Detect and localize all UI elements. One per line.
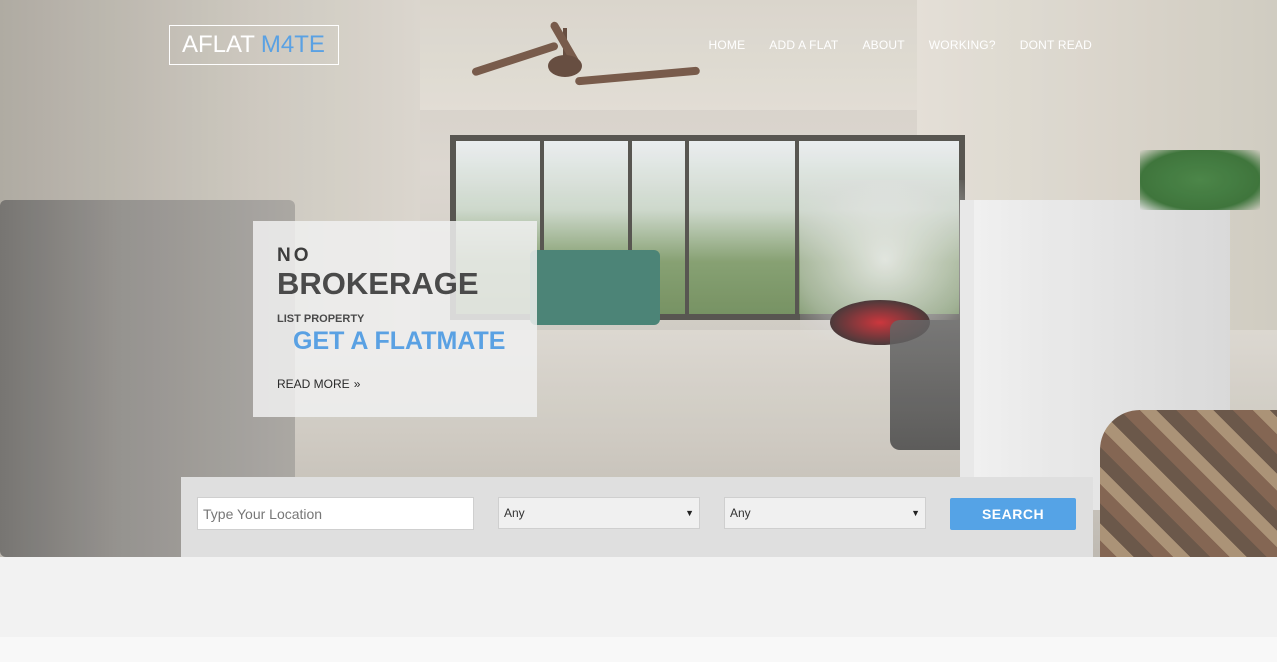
main-nav: HOME ADD A FLAT ABOUT WORKING? DONT READ	[708, 38, 1092, 52]
promo-kicker: NO	[277, 245, 312, 266]
photo-overlay	[0, 0, 1277, 557]
filter-select-1-value: Any	[504, 506, 525, 520]
filter-select-1[interactable]: Any ▼	[498, 497, 700, 529]
filter-select-2-value: Any	[730, 506, 751, 520]
nav-add-a-flat[interactable]: ADD A FLAT	[769, 38, 838, 52]
hero-background-photo	[0, 0, 1277, 557]
double-chevron-right-icon: »	[353, 377, 361, 391]
read-more-link[interactable]: READ MORE »	[277, 377, 360, 391]
nav-working[interactable]: WORKING?	[929, 38, 996, 52]
site-logo[interactable]: AFLAT M4TE	[169, 25, 339, 65]
filter-select-2[interactable]: Any ▼	[724, 497, 926, 529]
logo-main-text: AFLAT	[182, 31, 255, 58]
nav-dont-read[interactable]: DONT READ	[1020, 38, 1092, 52]
footer-strip	[0, 637, 1277, 662]
search-button[interactable]: SEARCH	[950, 498, 1076, 530]
nav-about[interactable]: ABOUT	[862, 38, 904, 52]
logo-accent-text: M4TE	[260, 31, 325, 58]
content-band	[0, 557, 1277, 637]
promo-cta-text: GET A FLATMATE	[293, 327, 506, 355]
read-more-label: READ MORE	[277, 377, 350, 391]
nav-home[interactable]: HOME	[708, 38, 745, 52]
promo-subtext: LIST PROPERTY	[277, 313, 365, 325]
promo-headline: BROKERAGE	[277, 266, 479, 301]
promo-card: NO BROKERAGE LIST PROPERTY GET A FLATMAT…	[253, 221, 537, 417]
location-input[interactable]	[197, 497, 474, 530]
chevron-down-icon: ▼	[911, 508, 920, 518]
chevron-down-icon: ▼	[685, 508, 694, 518]
